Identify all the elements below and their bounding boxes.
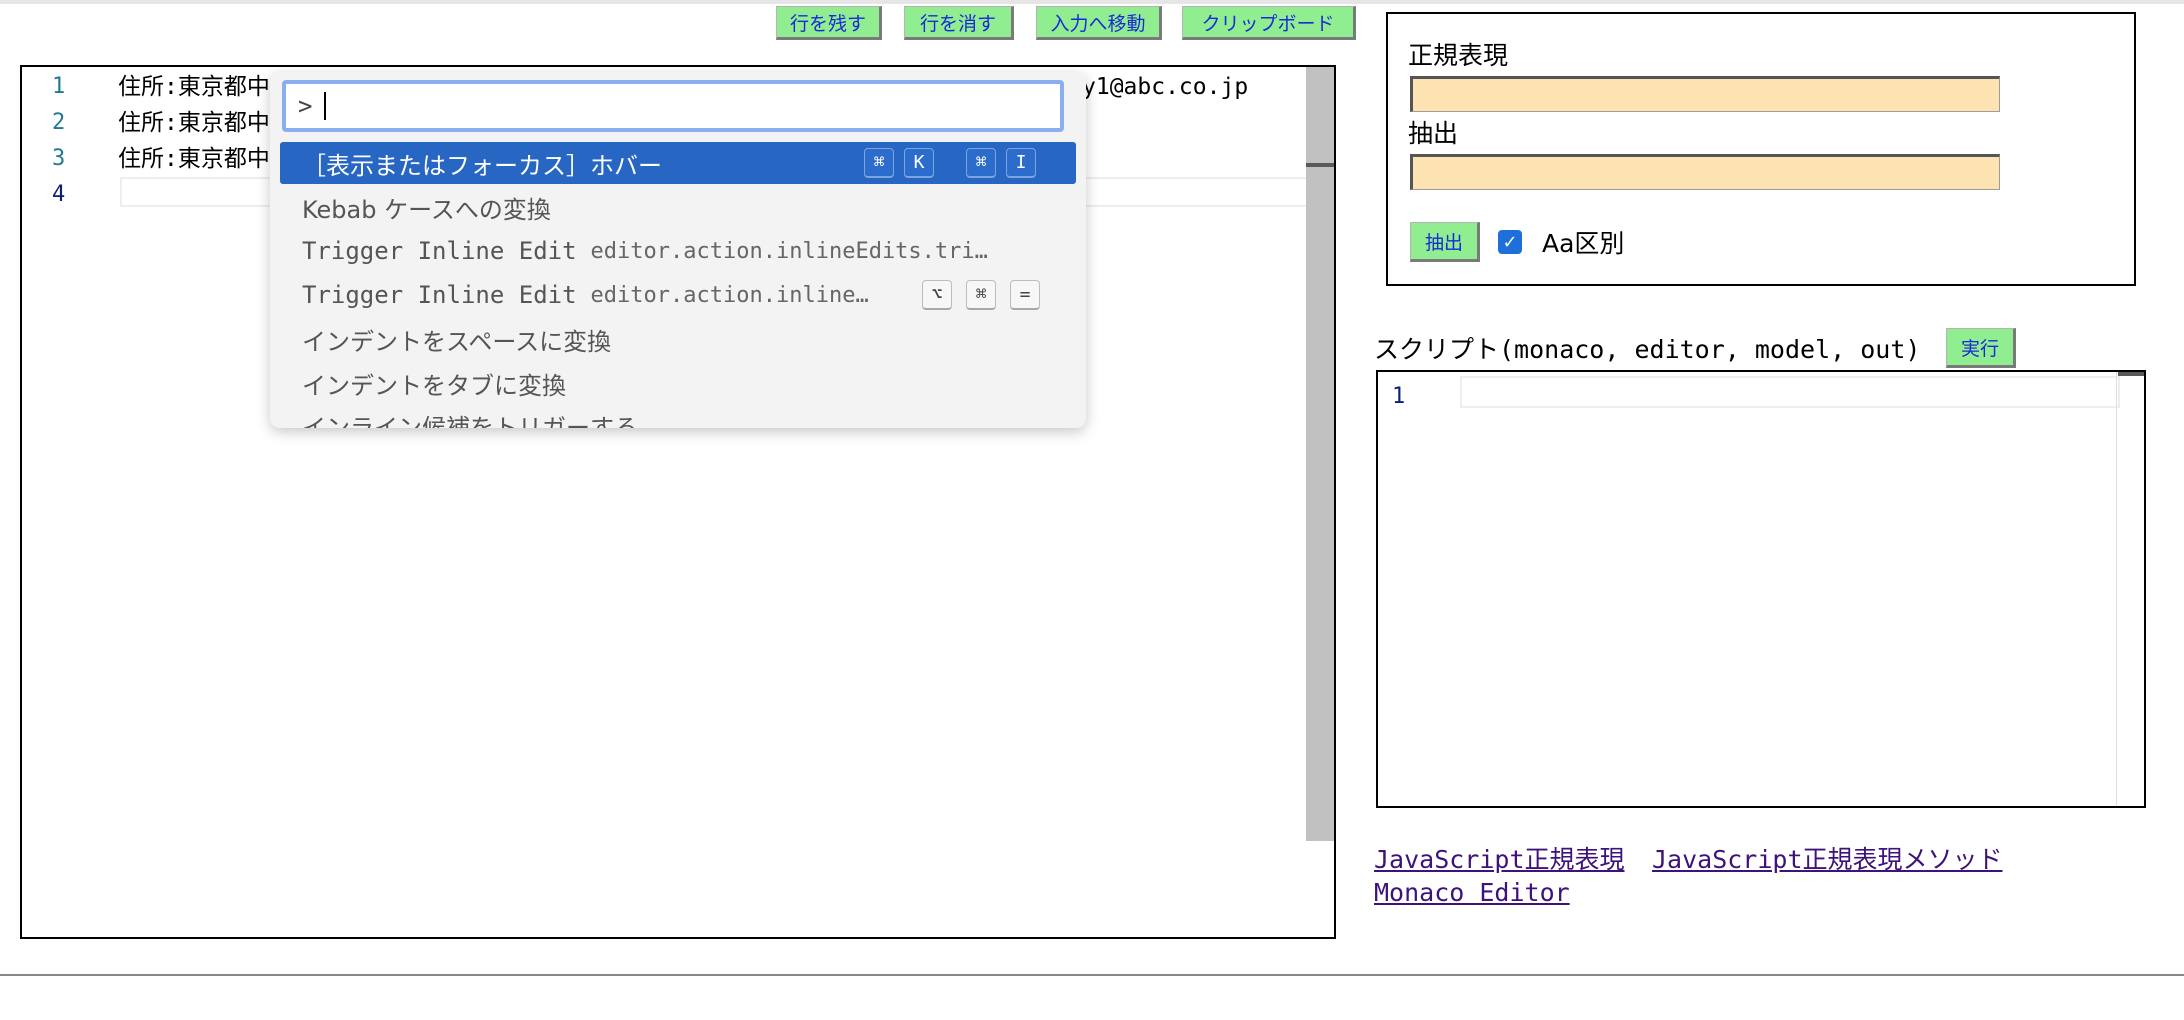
line-number: 1 [52,74,66,99]
palette-item-label: インライン候補をトリガーする [302,413,638,429]
monaco-editor-link[interactable]: Monaco Editor [1374,878,1570,907]
palette-item-trigger-inline-edit-2[interactable]: Trigger Inline Edit editor.action.inline… [280,274,1076,316]
palette-item-kebab-case[interactable]: Kebab ケースへの変換 [280,186,1076,228]
line-text-tail: y1@abc.co.jp [1082,74,1249,100]
delete-rows-button[interactable]: 行を消す [904,6,1014,40]
palette-item-label: Trigger Inline Edit [302,237,577,265]
move-to-input-button[interactable]: 入力へ移動 [1036,6,1162,40]
js-regex-methods-link[interactable]: JavaScript正規表現メソッド [1652,840,2003,876]
script-editor[interactable]: 1 [1376,370,2146,808]
palette-item-description: editor.action.inlineEdits.tri… [590,238,988,264]
palette-item-label: インデントをスペースに変換 [302,327,612,356]
regex-input[interactable] [1410,76,2000,112]
bottom-divider [0,974,2184,976]
palette-item-trigger-inline-suggestion[interactable]: インライン候補をトリガーする [280,404,1076,429]
palette-item-label: ［表示またはフォーカス］ホバー [302,151,662,180]
option-key-icon: ⌥ [922,280,952,310]
text-caret [324,92,327,120]
top-border [0,0,2184,4]
clipboard-button[interactable]: クリップボード [1182,6,1356,40]
extract-button[interactable]: 抽出 [1410,222,1480,262]
line-text: 住所:東京都中 [118,146,270,172]
prompt-symbol: > [298,92,313,120]
checkmark-icon: ✓ [1502,231,1518,253]
case-sensitive-checkbox[interactable]: ✓ [1498,230,1522,254]
line-number: 1 [1392,384,1406,409]
case-sensitive-label: Aa区別 [1542,229,1625,258]
vertical-scrollbar[interactable] [2116,372,2144,806]
regex-label: 正規表現 [1408,41,1509,70]
line-number: 4 [52,182,66,207]
palette-item-label: インデントをタブに変換 [302,371,566,400]
palette-item-indent-to-spaces[interactable]: インデントをスペースに変換 [280,318,1076,360]
line-number: 2 [52,110,66,135]
palette-item-label: Kebab ケースへの変換 [302,195,551,224]
line-text: 住所:東京都中 [118,74,270,100]
palette-item-show-hover[interactable]: ［表示またはフォーカス］ホバー ⌘ K ⌘ I [280,142,1076,184]
keep-rows-button[interactable]: 行を残す [776,6,882,40]
palette-item-description: editor.action.inline… [590,282,869,308]
command-key-icon: ⌘ [864,148,894,178]
script-title: スクリプト(monaco, editor, model, out) [1374,335,1921,364]
line-text: 住所:東京都中 [118,110,270,136]
extract-input[interactable] [1410,154,2000,190]
palette-item-trigger-inline-edit[interactable]: Trigger Inline Edit editor.action.inline… [280,230,1076,272]
run-button[interactable]: 実行 [1946,328,2016,368]
js-regex-link[interactable]: JavaScript正規表現 [1374,840,1625,876]
scrollbar-cursor-marker [2118,372,2144,376]
command-key-icon: ⌘ [966,148,996,178]
scrollbar-cursor-marker [1306,163,1334,167]
palette-item-indent-to-tabs[interactable]: インデントをタブに変換 [280,362,1076,404]
keycap-k: K [904,148,934,178]
command-key-icon: ⌘ [966,280,996,310]
line-number: 3 [52,146,66,171]
regex-panel: 正規表現 抽出 抽出 ✓ Aa区別 [1386,12,2136,286]
palette-item-label: Trigger Inline Edit [302,281,577,309]
command-palette-input[interactable]: > [282,80,1064,132]
current-line-highlight [1460,376,2120,408]
vertical-scrollbar[interactable] [1306,67,1334,841]
keycap-equals: = [1010,280,1040,310]
command-palette[interactable]: > ［表示またはフォーカス］ホバー ⌘ K ⌘ I Kebab ケースへの変換 … [270,72,1086,428]
extract-label: 抽出 [1408,119,1459,148]
keycap-i: I [1006,148,1036,178]
